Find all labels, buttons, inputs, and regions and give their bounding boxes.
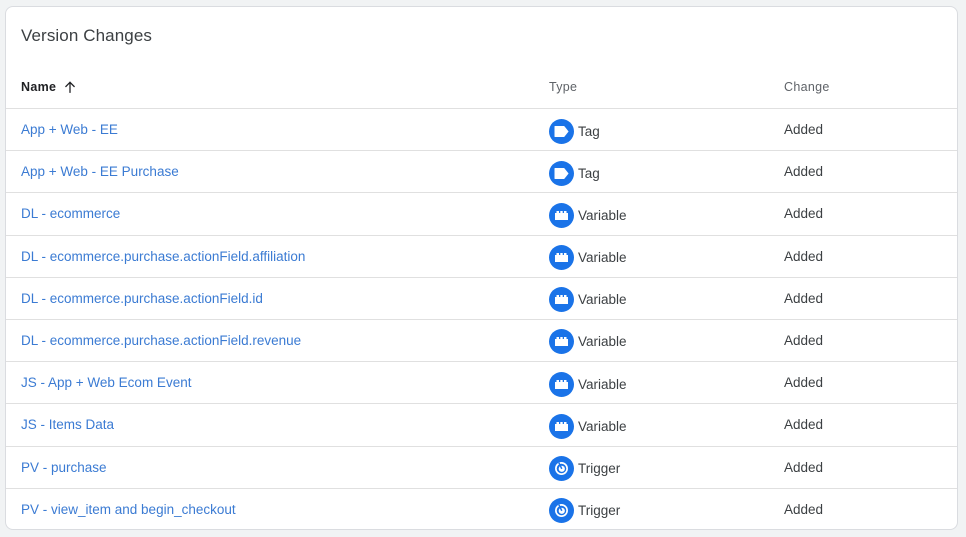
table-header: Name Type Change: [6, 67, 957, 109]
table-row[interactable]: JS - Items Data Variable Added: [6, 404, 957, 447]
row-type-label: Trigger: [578, 503, 621, 519]
table-row[interactable]: DL - ecommerce.purchase.actionField.affi…: [6, 236, 957, 278]
row-name-link[interactable]: DL - ecommerce.purchase.actionField.affi…: [21, 249, 305, 264]
row-type-label: Variable: [578, 376, 627, 392]
row-type: Variable: [549, 287, 627, 313]
row-type-label: Variable: [578, 250, 627, 266]
version-changes-card: Version Changes Name Type Change App + W…: [5, 6, 958, 530]
column-header-type[interactable]: Type: [549, 80, 577, 94]
table-row[interactable]: DL - ecommerce Variable Added: [6, 193, 957, 236]
table-row[interactable]: App + Web - EE Purchase Tag Added: [6, 151, 957, 194]
sort-ascending-icon[interactable]: [63, 80, 77, 94]
table-body: App + Web - EE Tag Added App + Web - EE Pur…: [6, 109, 957, 529]
row-change-status: Added: [784, 164, 824, 180]
tag-icon: [549, 118, 574, 144]
row-type-label: Variable: [578, 292, 627, 308]
card-title: Version Changes: [21, 26, 152, 45]
row-type: Variable: [549, 413, 627, 439]
table-row[interactable]: JS - App + Web Ecom Event Variable Added: [6, 362, 957, 405]
tag-icon: [549, 160, 574, 186]
row-type: Variable: [549, 202, 627, 228]
row-type-label: Variable: [578, 418, 627, 434]
row-name-link[interactable]: DL - ecommerce.purchase.actionField.id: [21, 291, 263, 306]
row-type-label: Tag: [578, 165, 600, 181]
row-change-status: Added: [784, 290, 824, 306]
column-header-name-label: Name: [21, 80, 57, 94]
row-name-link[interactable]: DL - ecommerce.purchase.actionField.reve…: [21, 333, 301, 348]
column-header-name[interactable]: Name: [21, 80, 77, 94]
row-change-status: Added: [784, 501, 824, 517]
row-name-link[interactable]: App + Web - EE: [21, 122, 118, 137]
variable-icon: [549, 287, 574, 313]
variable-icon: [549, 413, 574, 439]
variable-icon: [549, 202, 574, 228]
row-type: Trigger: [549, 498, 620, 524]
row-change-status: Added: [784, 206, 824, 222]
row-type: Variable: [549, 329, 627, 355]
row-type: Tag: [549, 160, 600, 186]
variable-icon: [549, 371, 574, 397]
row-change-status: Added: [784, 122, 824, 137]
table-row[interactable]: DL - ecommerce.purchase.actionField.id Va…: [6, 278, 957, 320]
row-type: Variable: [549, 371, 627, 397]
trigger-icon: [549, 456, 574, 481]
row-type-label: Variable: [578, 207, 627, 223]
row-name-link[interactable]: JS - App + Web Ecom Event: [21, 375, 191, 390]
table-row[interactable]: App + Web - EE Tag Added: [6, 109, 957, 152]
row-name-link[interactable]: PV - view_item and begin_checkout: [21, 502, 236, 517]
table-row[interactable]: DL - ecommerce.purchase.actionField.reve…: [6, 320, 957, 363]
row-name-link[interactable]: JS - Items Data: [21, 417, 114, 432]
table-row[interactable]: PV - view_item and begin_checkout Trigger…: [6, 489, 957, 529]
row-name-link[interactable]: DL - ecommerce: [21, 206, 120, 221]
column-header-change[interactable]: Change: [784, 80, 830, 94]
trigger-icon: [549, 498, 574, 524]
row-change-status: Added: [784, 375, 824, 391]
row-change-status: Added: [784, 459, 824, 475]
variable-icon: [549, 245, 574, 271]
row-type-label: Variable: [578, 334, 627, 350]
row-name-link[interactable]: App + Web - EE Purchase: [21, 164, 179, 179]
row-type-label: Trigger: [578, 461, 621, 476]
row-change-status: Added: [784, 417, 824, 433]
table-row[interactable]: PV - purchase Trigger Added: [6, 447, 957, 489]
row-change-status: Added: [784, 248, 824, 264]
row-type-label: Tag: [578, 123, 600, 139]
row-change-status: Added: [784, 332, 824, 348]
variable-icon: [549, 329, 574, 355]
row-type: Variable: [549, 245, 627, 271]
row-type: Tag: [549, 118, 600, 144]
row-type: Trigger: [549, 456, 620, 482]
row-name-link[interactable]: PV - purchase: [21, 460, 107, 475]
